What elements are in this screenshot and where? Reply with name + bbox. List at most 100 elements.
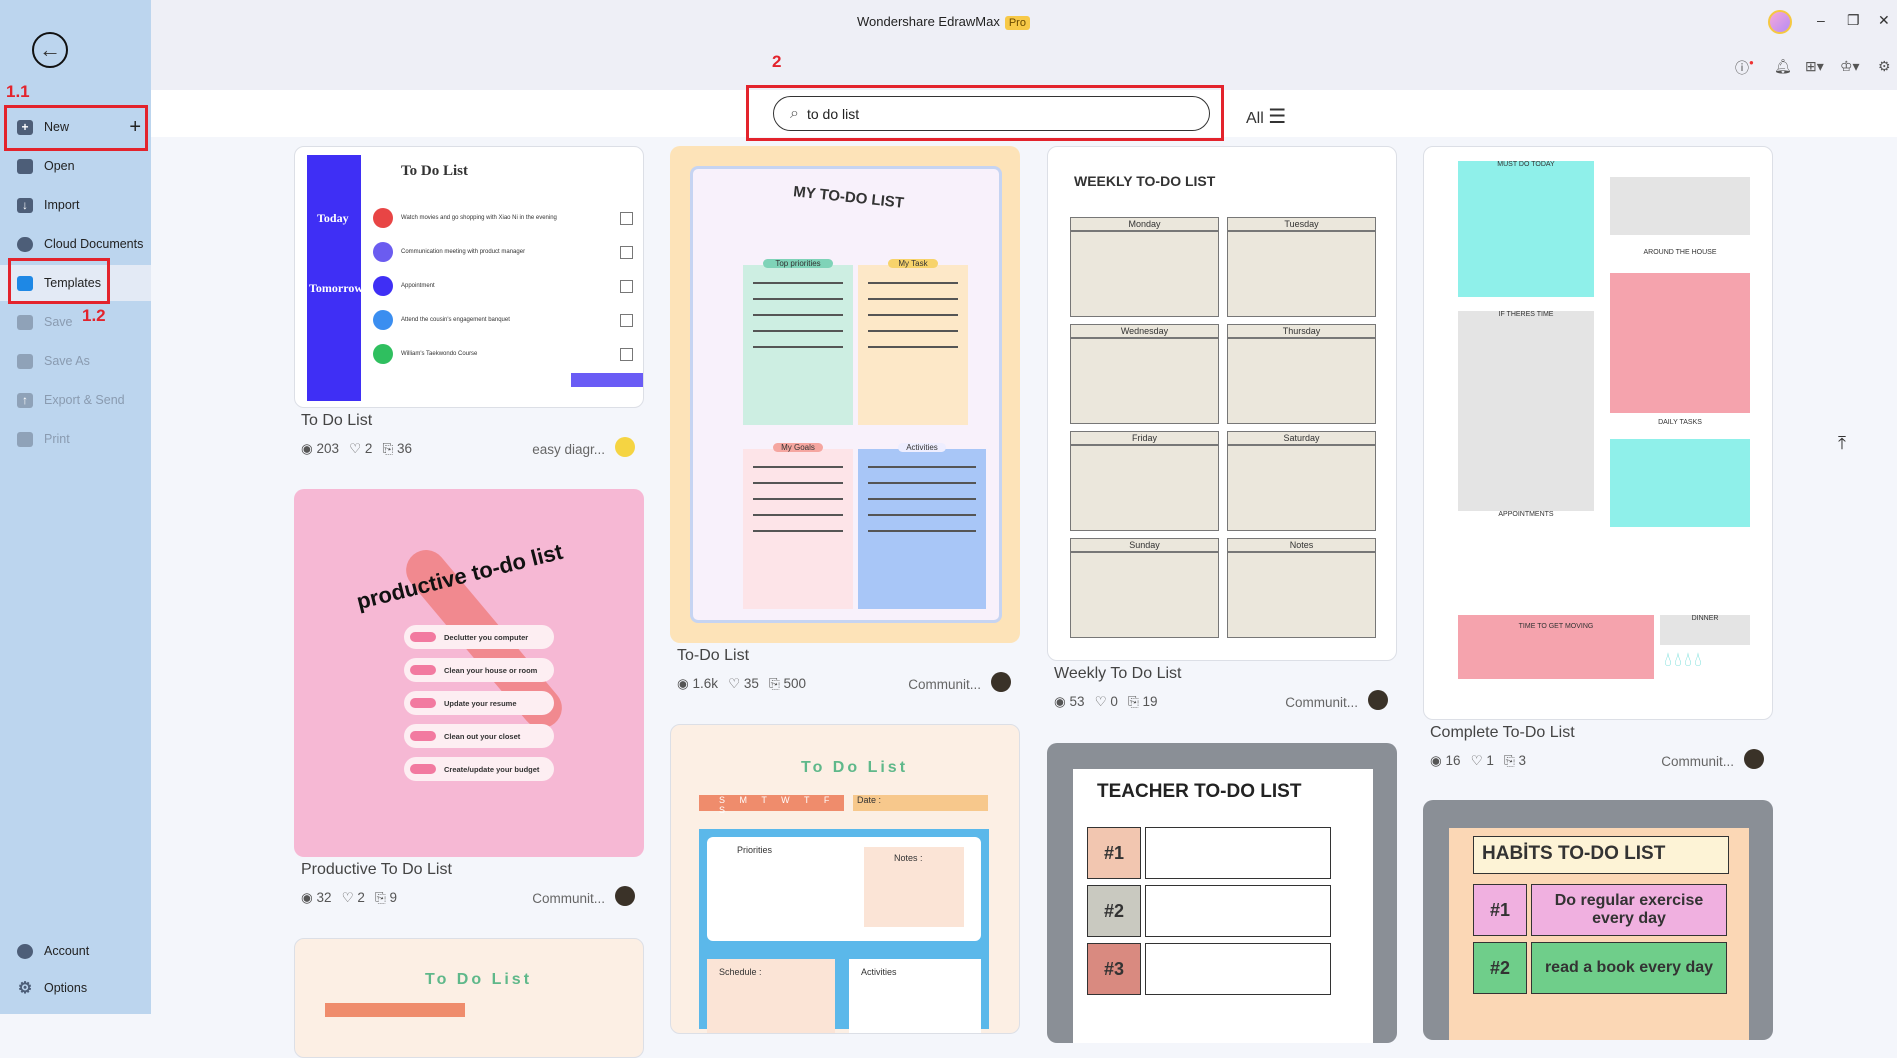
thumbnail-row: #2 read a book every day — [1473, 942, 1727, 994]
card-title[interactable]: Complete To-Do List — [1430, 724, 1575, 742]
thumbnail-row: #1 Do regular exercise every day — [1473, 884, 1727, 936]
apps-icon[interactable]: ⊞▾ — [1805, 58, 1824, 75]
droplets: 💧︎💧︎💧︎💧︎ — [1664, 649, 1704, 671]
minimize-icon[interactable]: – — [1817, 12, 1825, 28]
template-card[interactable]: TEACHER TO-DO LIST #1 #2 #3 — [1047, 743, 1397, 1043]
shirt-icon[interactable]: ♔▾ — [1840, 58, 1860, 75]
sidebar-item-account[interactable]: Account — [0, 933, 151, 969]
sidebar-item-label: Account — [44, 944, 90, 958]
template-card[interactable]: MY TO-DO LIST Top priorities My Task My … — [670, 146, 1020, 643]
gear-icon: ⚙ — [17, 980, 33, 997]
thumbnail-heading: To Do List — [425, 971, 533, 988]
copies-icon: ⎘ 19 — [1127, 694, 1158, 709]
thumbnail-day: Sunday — [1070, 538, 1219, 638]
card-stats: ◉ 53 ♡ 0 ⎘ 19 Communit... — [1054, 690, 1404, 710]
card-stats: ◉ 32 ♡ 2 ⎘ 9 Communit... — [301, 886, 651, 906]
card-author[interactable]: Communit... — [908, 677, 981, 692]
thumbnail-item: Appointment — [373, 269, 633, 303]
template-card[interactable]: WEEKLY TO-DO LIST Monday Tuesday Wednesday… — [1047, 146, 1397, 661]
template-card[interactable]: productive to-do list Declutter you comp… — [294, 489, 644, 857]
import-icon: ↓ — [17, 197, 33, 213]
sidebar: ← + New + Open ↓ Import Cloud Documents Tem… — [0, 0, 151, 1014]
template-card[interactable]: MUST DO TODAY AROUND THE HOUSE IF THERES… — [1423, 146, 1773, 720]
sidebar-item-label: Cloud Documents — [44, 237, 144, 251]
help-icon[interactable]: ⓘ● — [1735, 58, 1754, 78]
views-icon: ◉ 16 — [1430, 753, 1461, 768]
thumbnail-day: Thursday — [1227, 324, 1376, 424]
scroll-to-top-icon[interactable]: ⤒ — [1838, 433, 1846, 454]
sidebar-item-export-send[interactable]: ↑ Export & Send — [0, 382, 151, 418]
thumbnail-item: Clean your house or room — [404, 658, 554, 682]
card-author[interactable]: easy diagr... — [532, 442, 605, 457]
sidebar-item-cloud-documents[interactable]: Cloud Documents — [0, 226, 151, 262]
thumbnail-heading: To Do List — [801, 759, 909, 776]
sidebar-item-options[interactable]: ⚙ Options — [0, 970, 151, 1006]
sidebar-item-label: Options — [44, 981, 88, 995]
card-author[interactable]: Communit... — [1661, 754, 1734, 769]
thumbnail-day: Wednesday — [1070, 324, 1219, 424]
annotation-box-templates — [8, 258, 110, 304]
thumbnail-item: Attend the cousin's engagement banquet — [373, 303, 633, 337]
thumbnail-schedule: Schedule : — [707, 959, 835, 1033]
sidebar-item-print[interactable]: Print — [0, 421, 151, 457]
annotation-label: 1.2 — [82, 306, 106, 325]
author-avatar — [615, 886, 635, 906]
template-card[interactable]: To Do List — [294, 938, 644, 1058]
bell-icon[interactable]: 🔔︎ — [1774, 58, 1792, 75]
thumbnail-sidebar: Today Tomorrow — [307, 155, 363, 401]
sidebar-item-open[interactable]: Open — [0, 148, 151, 184]
sidebar-item-import[interactable]: ↓ Import — [0, 187, 151, 223]
likes-icon: ♡ 2 — [341, 890, 365, 905]
filter-dropdown[interactable]: All ☰ — [1246, 104, 1286, 129]
template-card[interactable]: HABİTS TO-DO LIST #1 Do regular exercise … — [1423, 800, 1773, 1040]
annotation-box-new — [4, 105, 148, 151]
sidebar-item-label: Save As — [44, 354, 90, 368]
thumbnail-day: Friday — [1070, 431, 1219, 531]
sidebar-item-label: Import — [44, 198, 80, 212]
likes-icon: ♡ 0 — [1094, 694, 1118, 709]
copies-icon: ⎘ 500 — [768, 676, 807, 691]
restore-icon[interactable]: ❐ — [1847, 12, 1860, 29]
views-icon: ◉ 53 — [1054, 694, 1085, 709]
sidebar-item-save-as[interactable]: Save As — [0, 343, 151, 379]
thumbnail-day: Saturday — [1227, 431, 1376, 531]
card-title[interactable]: To Do List — [301, 412, 372, 430]
card-author[interactable]: Communit... — [532, 891, 605, 906]
card-title[interactable]: Weekly To Do List — [1054, 665, 1181, 683]
sidebar-item-label: Export & Send — [44, 393, 125, 407]
likes-icon: ♡ 1 — [1470, 753, 1494, 768]
sidebar-item-save[interactable]: Save — [0, 304, 151, 340]
author-avatar — [1744, 749, 1764, 769]
card-title[interactable]: Productive To Do List — [301, 861, 452, 879]
thumbnail-notes: Notes : — [864, 847, 964, 927]
thumbnail-item: William's Taekwondo Course — [373, 337, 633, 371]
search-input[interactable] — [806, 105, 1187, 122]
thumbnail-bar — [571, 373, 643, 387]
template-card[interactable]: To Do List S M T W T F S Date : Prioriti… — [670, 724, 1020, 1034]
print-icon — [17, 431, 33, 447]
thumbnail-item: Communication meeting with product manag… — [373, 235, 633, 269]
card-title[interactable]: To-Do List — [677, 647, 749, 665]
back-arrow-icon[interactable]: ← — [32, 32, 68, 68]
folder-icon — [17, 158, 33, 174]
annotation-label: 2 — [772, 52, 782, 71]
settings-icon[interactable]: ⚙ — [1878, 58, 1891, 75]
template-card[interactable]: Today Tomorrow To Do List Watch movies an… — [294, 146, 644, 408]
card-author[interactable]: Communit... — [1285, 695, 1358, 710]
close-icon[interactable]: ✕ — [1878, 12, 1890, 29]
sidebar-item-label: Save — [44, 315, 73, 329]
likes-icon: ♡ 2 — [349, 441, 373, 456]
menu-icon: ☰ — [1268, 106, 1287, 128]
thumbnail-date: Date : — [853, 795, 988, 811]
views-icon: ◉ 203 — [301, 441, 340, 456]
app-title: Wondershare EdrawMax Pro — [857, 14, 1030, 30]
thumbnail-item: Create/update your budget — [404, 757, 554, 781]
search-box: ⌕ — [773, 96, 1210, 131]
search-icon: ⌕ — [790, 104, 799, 122]
thumbnail-row: #2 — [1087, 885, 1331, 937]
views-icon: ◉ 32 — [301, 890, 332, 905]
thumbnail-heading: TEACHER TO-DO LIST — [1097, 781, 1302, 802]
avatar[interactable] — [1768, 10, 1792, 34]
account-icon — [17, 943, 33, 959]
sidebar-item-label: Print — [44, 432, 70, 446]
